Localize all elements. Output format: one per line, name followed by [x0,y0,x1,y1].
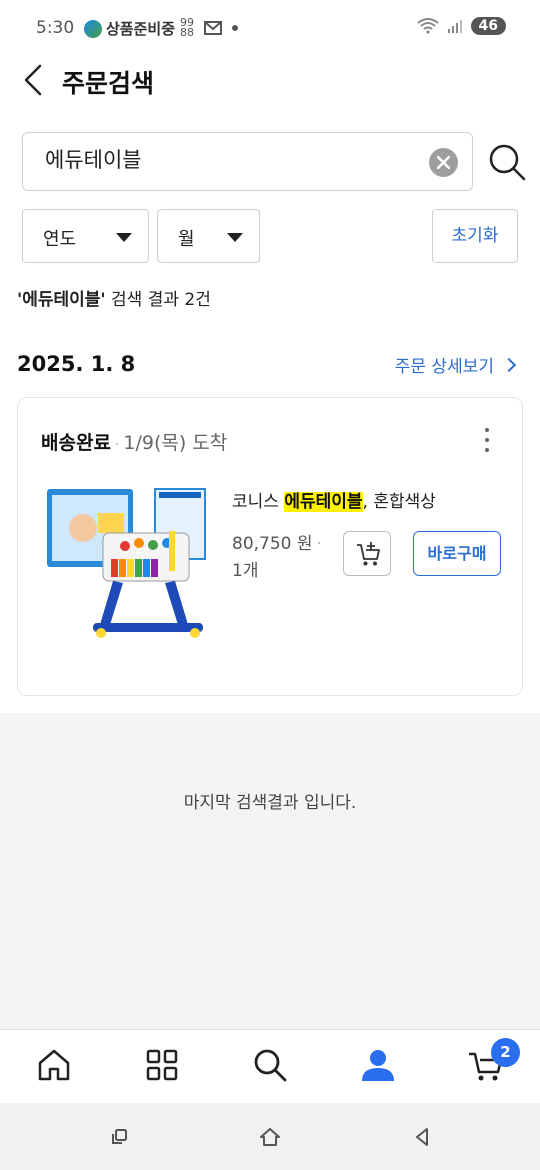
back-system-button[interactable] [410,1125,434,1149]
arrival-date: 1/9(목) 도착 [123,432,228,454]
more-dot-icon [485,428,489,432]
signal-icon [447,20,462,33]
notification-icons: 99 88 [180,16,238,39]
separator-dot: · [316,534,322,554]
search-button[interactable] [487,142,527,182]
chevron-right-icon [501,357,517,372]
order-detail-link[interactable]: 주문 상세보기 [394,352,517,377]
year-select[interactable]: 연도 [22,209,149,263]
status-bar: 5:30 상품준비중 99 88 46 [0,0,540,56]
my-page-nav-button[interactable] [358,1045,398,1085]
home-nav-button[interactable] [34,1045,74,1085]
product-price: 80,750 원 [232,534,313,554]
close-icon [436,155,451,170]
more-options-button[interactable] [484,428,490,452]
app-logo-icon [84,19,102,38]
status-app-name: 상품준비중 [106,20,176,38]
clear-search-button[interactable] [429,148,458,177]
cart-count-badge: 2 [491,1038,520,1067]
status-app-indicator: 상품준비중 [84,18,175,39]
search-input[interactable] [45,147,405,171]
recent-apps-button[interactable] [108,1125,132,1149]
order-card: 배송완료 · 1/9(목) 도착 코니스 에듀테이블, 혼합색상 80,750 원 ·… [17,397,523,696]
cart-plus-icon [357,542,380,566]
buy-now-button[interactable]: 바로구매 [413,531,501,576]
chevron-down-icon [116,233,132,242]
separator-dot: · [114,437,120,453]
page-header: 주문검색 [0,56,540,106]
mail-icon [204,21,222,35]
list-end-area [0,713,540,1029]
year-select-label: 연도 [43,229,77,250]
reset-button[interactable]: 초기화 [432,209,518,263]
more-dot-icon [485,438,489,442]
delivery-status: 배송완료 [41,432,111,454]
system-nav-bar [0,1103,540,1170]
product-option: , 혼합색상 [362,492,436,512]
battery-indicator: 46 [470,17,506,35]
notification-app-icon: 99 88 [180,16,194,39]
status-time: 5:30 [36,18,75,38]
result-keyword: '에듀테이블' [17,290,106,310]
month-select[interactable]: 월 [157,209,260,263]
chevron-down-icon [227,233,243,242]
more-dot-icon [485,448,489,452]
product-name[interactable]: 코니스 에듀테이블, 혼합색상 [232,487,436,512]
order-detail-label: 주문 상세보기 [394,357,494,377]
end-of-results-message: 마지막 검색결과 입니다. [183,793,357,813]
add-to-cart-button[interactable] [343,531,391,576]
category-nav-button[interactable] [142,1045,182,1085]
wifi-icon [416,18,439,34]
order-date: 2025. 1. 8 [17,352,136,376]
back-button[interactable] [20,62,50,98]
search-nav-button[interactable] [250,1045,290,1085]
search-box [22,132,473,191]
product-image[interactable] [43,483,211,648]
status-right-icons: 46 [416,17,506,35]
result-count-text: 검색 결과 2건 [105,290,211,310]
home-system-button[interactable] [258,1125,282,1149]
dot-icon [232,25,238,31]
product-quantity: 1개 [232,561,259,581]
result-summary: '에듀테이블' 검색 결과 2건 [17,285,211,310]
bottom-nav [0,1029,540,1103]
month-select-label: 월 [178,229,195,250]
search-highlight: 에듀테이블 [284,492,363,512]
page-title: 주문검색 [62,69,155,98]
product-brand: 코니스 [232,492,285,512]
product-price-line: 80,750 원 · [232,529,322,554]
delivery-status-line: 배송완료 · 1/9(목) 도착 [41,428,227,455]
